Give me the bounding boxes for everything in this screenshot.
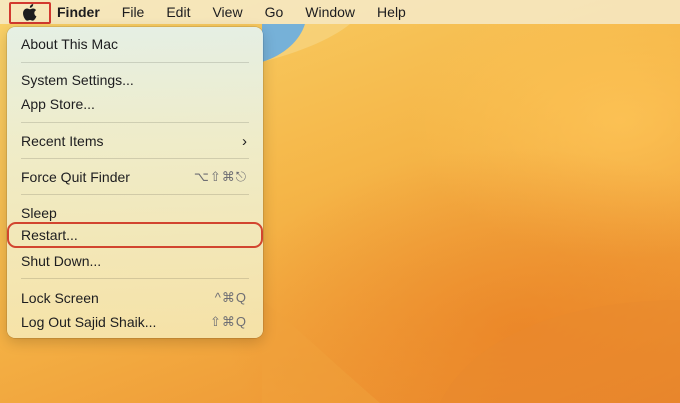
menu-item-label: Recent Items (21, 133, 104, 149)
menu-item-label: Sleep (21, 205, 57, 221)
chevron-right-icon: › (242, 132, 247, 150)
menu-item-lock-screen[interactable]: Lock Screen ^⌘Q (7, 287, 263, 309)
menu-item-app-store[interactable]: App Store... (7, 93, 263, 115)
shortcut-hint: ⌥⇧⌘⎋ (193, 169, 247, 184)
menu-item-label: System Settings... (21, 72, 134, 88)
restart-highlight-outline (7, 222, 263, 248)
menu-bar: Finder File Edit View Go Window Help (0, 0, 680, 24)
menu-item-recent-items[interactable]: Recent Items › (7, 130, 263, 152)
menu-edit[interactable]: Edit (166, 4, 190, 20)
menu-separator (21, 194, 249, 195)
menu-window[interactable]: Window (305, 4, 355, 20)
menu-separator (21, 62, 249, 63)
menu-help[interactable]: Help (377, 4, 406, 20)
menu-go[interactable]: Go (265, 4, 284, 20)
menu-item-label: Force Quit Finder (21, 169, 130, 185)
menu-item-shut-down[interactable]: Shut Down... (7, 250, 263, 272)
menu-item-label: App Store... (21, 96, 95, 112)
menu-item-log-out[interactable]: Log Out Sajid Shaik... ⇧⌘Q (7, 311, 263, 333)
menu-view[interactable]: View (212, 4, 242, 20)
apple-logo-icon (22, 4, 36, 21)
apple-menu-button[interactable] (9, 1, 51, 24)
menu-separator (21, 278, 249, 279)
menu-item-about-this-mac[interactable]: About This Mac (7, 33, 263, 55)
menu-item-force-quit[interactable]: Force Quit Finder ⌥⇧⌘⎋ (7, 166, 263, 188)
menu-separator (21, 158, 249, 159)
menu-item-sleep[interactable]: Sleep (7, 202, 263, 224)
menu-file[interactable]: File (122, 4, 145, 20)
menu-finder[interactable]: Finder (57, 4, 100, 20)
apple-menu-dropdown: About This Mac System Settings... App St… (7, 27, 263, 338)
menu-item-label: Lock Screen (21, 290, 99, 306)
shortcut-hint: ⇧⌘Q (209, 314, 247, 329)
menu-item-label: Shut Down... (21, 253, 102, 269)
menu-item-system-settings[interactable]: System Settings... (7, 69, 263, 91)
menu-item-label: About This Mac (21, 36, 119, 52)
shortcut-hint: ^⌘Q (214, 290, 247, 305)
menu-separator (21, 122, 249, 123)
menu-item-label: Log Out Sajid Shaik... (21, 314, 157, 330)
